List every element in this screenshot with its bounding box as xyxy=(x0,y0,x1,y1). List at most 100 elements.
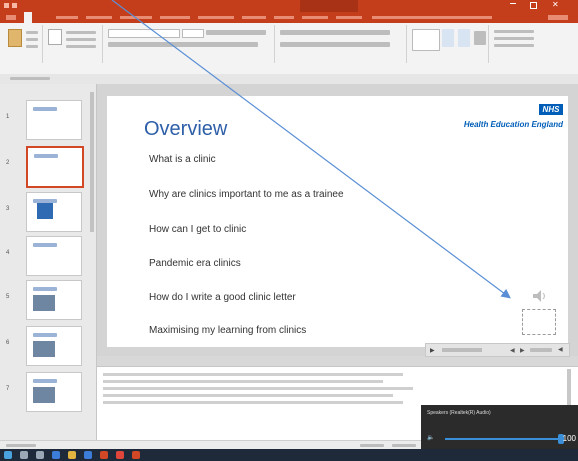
list-buttons[interactable] xyxy=(280,30,390,35)
section-button[interactable] xyxy=(66,45,96,48)
paste-icon[interactable] xyxy=(8,29,22,47)
arrange-icon[interactable] xyxy=(442,29,454,47)
skip-forward-icon[interactable]: ▶ xyxy=(520,347,525,354)
thumbnail-image xyxy=(37,203,53,219)
slide-title[interactable]: Overview xyxy=(144,118,227,141)
slide-thumbnail[interactable] xyxy=(26,146,84,188)
font-group xyxy=(104,25,275,63)
clipboard-group xyxy=(2,25,43,63)
tell-me-search[interactable] xyxy=(372,16,492,19)
slide-thumbnail-pane[interactable]: 1 2 3 4 5 6 7 xyxy=(0,84,97,440)
file-explorer-icon[interactable] xyxy=(68,451,76,459)
thumbnail-image xyxy=(33,387,55,403)
play-icon[interactable]: ▶ xyxy=(430,347,435,354)
tab-review[interactable] xyxy=(242,16,266,19)
view-toggle[interactable] xyxy=(10,77,50,80)
powerpoint-taskbar-icon[interactable] xyxy=(100,451,108,459)
task-view-icon[interactable] xyxy=(36,451,44,459)
audio-device-label: Speakers (Realtek(R) Audio) xyxy=(427,410,491,416)
select-button[interactable] xyxy=(494,44,534,47)
thumbnail-content xyxy=(33,287,57,291)
thumbnail-content xyxy=(33,243,57,247)
slide-thumbnail[interactable] xyxy=(26,100,82,140)
slide-thumbnail[interactable] xyxy=(26,236,82,276)
tab-view[interactable] xyxy=(274,16,294,19)
tab-animations[interactable] xyxy=(160,16,190,19)
speaker-icon[interactable]: 🔈 xyxy=(427,434,434,441)
share-button[interactable] xyxy=(548,15,568,20)
audio-selection-box[interactable] xyxy=(522,309,556,335)
start-icon[interactable] xyxy=(4,451,12,459)
font-size-select[interactable] xyxy=(182,29,204,38)
tab-format[interactable] xyxy=(302,16,328,19)
ribbon xyxy=(0,23,578,75)
bullet-item[interactable]: How can I get to clinic xyxy=(149,224,246,235)
tab-insert[interactable] xyxy=(56,16,78,19)
current-slide[interactable]: NHS Health Education England Overview Wh… xyxy=(107,96,570,357)
new-slide-icon[interactable] xyxy=(48,29,62,45)
font-size-controls[interactable] xyxy=(206,30,266,35)
speaker-icon[interactable] xyxy=(529,289,549,303)
layout-button[interactable] xyxy=(66,31,96,34)
tab-playback[interactable] xyxy=(336,16,362,19)
slide-thumbnail[interactable] xyxy=(26,372,82,412)
volume-flyout[interactable]: Speakers (Realtek(R) Audio) 🔈 100 xyxy=(421,405,578,449)
format-painter-icon[interactable] xyxy=(26,45,38,48)
font-name-select[interactable] xyxy=(108,29,180,38)
reset-button[interactable] xyxy=(66,38,96,41)
notes-toggle[interactable] xyxy=(360,444,384,447)
tab-file[interactable] xyxy=(6,15,16,20)
slide-thumbnail[interactable] xyxy=(26,280,82,320)
tab-transitions[interactable] xyxy=(120,16,152,19)
copy-icon[interactable] xyxy=(26,38,38,41)
tab-home[interactable] xyxy=(24,12,32,23)
slide-thumbnail[interactable] xyxy=(26,326,82,366)
slide-number: 7 xyxy=(6,386,10,392)
ribbon-tab-bar xyxy=(0,12,578,23)
bullet-item[interactable]: Why are clinics important to me as a tra… xyxy=(149,189,344,200)
editing-group xyxy=(490,25,574,63)
bullet-item[interactable]: How do I write a good clinic letter xyxy=(149,292,296,303)
tab-slide-show[interactable] xyxy=(198,16,234,19)
notes-scrollbar[interactable] xyxy=(567,369,571,409)
thumbnail-content xyxy=(33,107,57,111)
shape-fill-icon[interactable] xyxy=(474,31,486,45)
quick-access-strip xyxy=(0,74,578,84)
chrome-icon[interactable] xyxy=(116,451,124,459)
quick-styles-icon[interactable] xyxy=(458,29,470,47)
bullet-item[interactable]: What is a clinic xyxy=(149,154,216,165)
font-style-buttons[interactable] xyxy=(108,42,258,47)
save-icon[interactable] xyxy=(4,3,9,8)
slide-number: 5 xyxy=(6,294,10,300)
minimize-icon[interactable] xyxy=(510,3,516,4)
maximize-icon[interactable] xyxy=(530,2,537,9)
edge-icon[interactable] xyxy=(52,451,60,459)
shapes-gallery[interactable] xyxy=(412,29,440,51)
close-icon[interactable]: ✕ xyxy=(552,0,559,9)
cut-icon[interactable] xyxy=(26,31,38,34)
find-button[interactable] xyxy=(494,30,534,33)
undo-icon[interactable] xyxy=(12,3,17,8)
notes-line xyxy=(103,380,383,383)
bullet-item[interactable]: Maximising my learning from clinics xyxy=(149,325,306,336)
thumbnail-scrollbar[interactable] xyxy=(90,92,94,232)
slide-number: 2 xyxy=(6,160,10,166)
alignment-buttons[interactable] xyxy=(280,42,390,47)
thumbnail-image xyxy=(33,295,55,311)
search-icon[interactable] xyxy=(20,451,28,459)
comments-toggle[interactable] xyxy=(392,444,416,447)
replace-button[interactable] xyxy=(494,37,534,40)
volume-slider[interactable] xyxy=(445,434,564,444)
media-progress-track[interactable] xyxy=(442,348,482,352)
outlook-icon[interactable] xyxy=(84,451,92,459)
paragraph-group xyxy=(276,25,407,63)
tab-design[interactable] xyxy=(86,16,112,19)
volume-icon[interactable]: ◀ xyxy=(558,346,563,353)
app-taskbar-icon[interactable] xyxy=(132,451,140,459)
notes-line xyxy=(103,387,413,390)
thumbnail-content xyxy=(34,154,58,158)
skip-back-icon[interactable]: ◀ xyxy=(510,347,515,354)
slide-thumbnail[interactable] xyxy=(26,192,82,232)
bullet-item[interactable]: Pandemic era clinics xyxy=(149,258,241,269)
media-control-bar[interactable]: ▶ ◀ ▶ ◀ xyxy=(425,343,570,357)
